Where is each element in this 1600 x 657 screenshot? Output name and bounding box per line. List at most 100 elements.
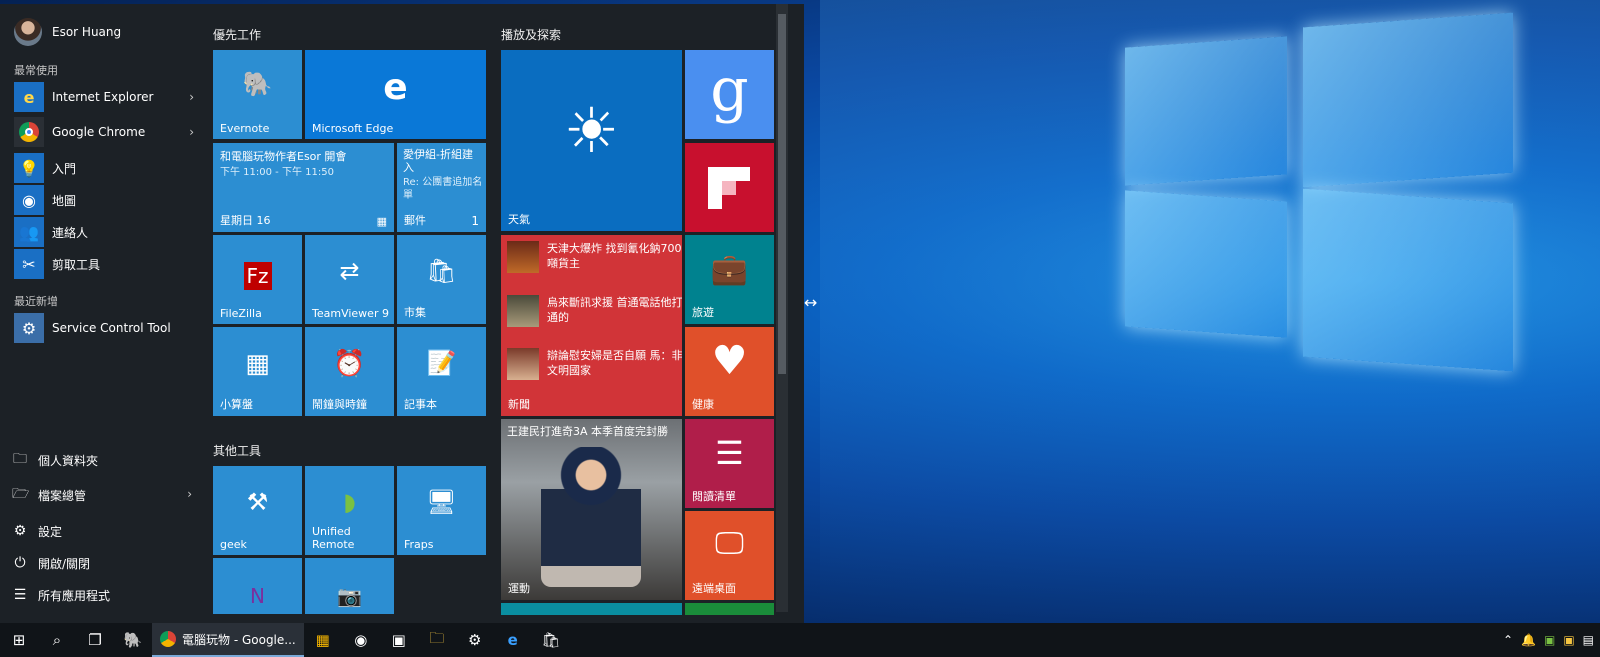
news-item[interactable]: 烏來斷訊求援 首通電話他打通的 bbox=[507, 295, 682, 327]
service-control-icon: ▣ bbox=[391, 631, 406, 649]
taskbar-store[interactable]: 🛍 bbox=[532, 623, 570, 657]
heart-icon: ♥ bbox=[711, 338, 748, 384]
start-menu: Esor Huang 最常使用 e Internet Explorer › Go… bbox=[0, 4, 804, 623]
calculator-icon: ▦ bbox=[245, 349, 270, 379]
mail-count-badge: 1 bbox=[471, 214, 479, 228]
taskbar-window-title: 電腦玩物 - Google... bbox=[182, 632, 296, 647]
tile-sports[interactable]: 王建民打進奇3A 本季首度完封勝 運動 bbox=[501, 419, 682, 600]
taskbar-app[interactable]: ▣ bbox=[380, 623, 418, 657]
app-label: 連絡人 bbox=[52, 225, 89, 240]
chevron-up-icon[interactable]: ⌃ bbox=[1503, 633, 1513, 647]
start-button[interactable]: ⊞ bbox=[0, 623, 38, 657]
window-logo-pane bbox=[1303, 12, 1513, 188]
app-people[interactable]: 👥 連絡人 bbox=[14, 217, 194, 247]
tile-health[interactable]: ♥ 健康 bbox=[685, 327, 774, 416]
tile-onenote[interactable]: N bbox=[213, 558, 302, 614]
evernote-tray-icon[interactable]: ▣ bbox=[1544, 633, 1555, 647]
task-view-button[interactable]: ❐ bbox=[76, 623, 114, 657]
tile-partial[interactable] bbox=[685, 603, 774, 615]
user-account[interactable]: Esor Huang bbox=[14, 18, 121, 46]
scrollbar-thumb[interactable] bbox=[778, 14, 786, 374]
tile-weather[interactable]: ☀ 天氣 bbox=[501, 50, 682, 231]
app-snipping-tool[interactable]: ✂ 剪取工具 bbox=[14, 249, 194, 279]
sports-photo bbox=[541, 447, 641, 587]
resize-cursor-icon: ↔ bbox=[804, 293, 818, 312]
news-item[interactable]: 天津大爆炸 找到氰化鈉700噸貨主 bbox=[507, 241, 682, 273]
tile-reading-list[interactable]: ☰ 閱讀清單 bbox=[685, 419, 774, 508]
taskbar-app[interactable]: ◉ bbox=[342, 623, 380, 657]
file-explorer-link[interactable]: 🗁 檔案總管 › bbox=[12, 482, 192, 508]
window-logo-pane bbox=[1125, 36, 1287, 186]
user-folder-link[interactable]: 🗀 個人資料夾 bbox=[12, 447, 192, 473]
app-get-started[interactable]: 💡 入門 bbox=[14, 153, 194, 183]
tray-app-icon[interactable]: ▣ bbox=[1563, 633, 1574, 647]
internet-explorer-icon: e bbox=[14, 82, 44, 112]
chrome-icon bbox=[160, 631, 176, 647]
tile-microsoft-edge[interactable]: e Microsoft Edge bbox=[305, 50, 486, 139]
tile-calculator[interactable]: ▦ 小算盤 bbox=[213, 327, 302, 416]
app-google-chrome[interactable]: Google Chrome › bbox=[14, 117, 194, 147]
chevron-right-icon[interactable]: › bbox=[189, 90, 194, 104]
power-icon: ⏻ bbox=[14, 555, 26, 571]
tile-camera[interactable]: 📷 bbox=[305, 558, 394, 614]
tile-notepad[interactable]: 📝 記事本 bbox=[397, 327, 486, 416]
taskbar-steam[interactable]: ⚙ bbox=[456, 623, 494, 657]
tile-store[interactable]: 🛍 市集 bbox=[397, 235, 486, 324]
tile-partial[interactable] bbox=[501, 603, 682, 615]
app-label: Google Chrome bbox=[52, 125, 146, 139]
news-item[interactable]: 辯論慰安婦是否自願 馬：非文明國家 bbox=[507, 348, 682, 380]
chrome-icon bbox=[14, 117, 44, 147]
search-button[interactable]: ⌕ bbox=[38, 623, 76, 657]
news-thumbnail bbox=[507, 241, 539, 273]
tile-evernote[interactable]: 🐘 Evernote bbox=[213, 50, 302, 139]
app-service-control-tool[interactable]: ⚙ Service Control Tool bbox=[14, 313, 194, 343]
remote-desktop-icon: 🖵 bbox=[715, 526, 744, 561]
notification-bell-icon[interactable]: 🔔 bbox=[1521, 633, 1536, 647]
tile-calendar[interactable]: 和電腦玩物作者Esor 開會 下午 11:00 - 下午 11:50 星期日 1… bbox=[213, 143, 394, 232]
geek-icon: ⚒ bbox=[246, 488, 269, 516]
tile-travel[interactable]: 💼 旅遊 bbox=[685, 235, 774, 324]
unified-remote-icon: ◗ bbox=[343, 488, 356, 516]
suitcase-icon: 💼 bbox=[710, 252, 749, 287]
app-maps[interactable]: ◉ 地圖 bbox=[14, 185, 194, 215]
tile-remote-desktop[interactable]: 🖵 遠端桌面 bbox=[685, 511, 774, 600]
tile-alarms[interactable]: ⏰ 鬧鐘與時鐘 bbox=[305, 327, 394, 416]
group-title-other-tools: 其他工具 bbox=[213, 444, 262, 458]
avatar bbox=[14, 18, 42, 46]
settings-link[interactable]: ⚙ 設定 bbox=[12, 518, 192, 544]
tile-teamviewer[interactable]: ⇄ TeamViewer 9 bbox=[305, 235, 394, 324]
power-link[interactable]: ⏻ 開啟/關閉 bbox=[12, 550, 192, 576]
app-internet-explorer[interactable]: e Internet Explorer › bbox=[14, 82, 194, 112]
tile-unified-remote[interactable]: ◗ Unified Remote bbox=[305, 466, 394, 555]
all-apps-link[interactable]: ☰ 所有應用程式 bbox=[12, 582, 192, 608]
user-name: Esor Huang bbox=[52, 25, 122, 39]
tile-fraps[interactable]: 🖥 Fraps bbox=[397, 466, 486, 555]
taskbar-chrome-window[interactable]: 電腦玩物 - Google... bbox=[152, 623, 304, 657]
tile-filezilla[interactable]: Fz FileZilla bbox=[213, 235, 302, 324]
user-folder-icon: 🗀 bbox=[13, 451, 27, 467]
chevron-right-icon[interactable]: › bbox=[189, 125, 194, 139]
filezilla-icon: Fz bbox=[213, 259, 302, 290]
tile-mail[interactable]: 愛伊組-折組建入 Re: 公團書追加名單 郵件 1 bbox=[397, 143, 486, 232]
sun-icon: ☀ bbox=[563, 94, 620, 167]
taskbar-file-explorer[interactable]: 🗀 bbox=[418, 623, 456, 657]
taskbar-evernote[interactable]: 🐘 bbox=[114, 623, 152, 657]
task-view-icon: ❐ bbox=[88, 631, 102, 649]
group-title-priority: 優先工作 bbox=[213, 28, 262, 42]
news-thumbnail bbox=[507, 348, 539, 380]
search-icon: ⌕ bbox=[52, 631, 62, 649]
tile-news[interactable]: 天津大爆炸 找到氰化鈉700噸貨主 烏來斷訊求援 首通電話他打通的 辯論慰安婦是… bbox=[501, 235, 682, 416]
action-center-icon[interactable]: ▤ bbox=[1583, 633, 1594, 647]
tile-google-search[interactable]: g bbox=[685, 50, 774, 139]
tile-geek[interactable]: ⚒ geek bbox=[213, 466, 302, 555]
start-scrollbar[interactable] bbox=[776, 4, 788, 612]
all-apps-icon: ☰ bbox=[13, 587, 27, 603]
group-title-play-explore: 播放及探索 bbox=[501, 28, 562, 42]
notepad-icon: 📝 bbox=[426, 349, 457, 377]
windows-logo-icon: ⊞ bbox=[12, 631, 26, 649]
google-g-icon: g bbox=[710, 55, 749, 125]
taskbar-edge[interactable]: e bbox=[494, 623, 532, 657]
taskbar-app[interactable]: ▦ bbox=[304, 623, 342, 657]
tile-flipboard[interactable] bbox=[685, 143, 774, 232]
chevron-right-icon[interactable]: › bbox=[187, 487, 192, 501]
